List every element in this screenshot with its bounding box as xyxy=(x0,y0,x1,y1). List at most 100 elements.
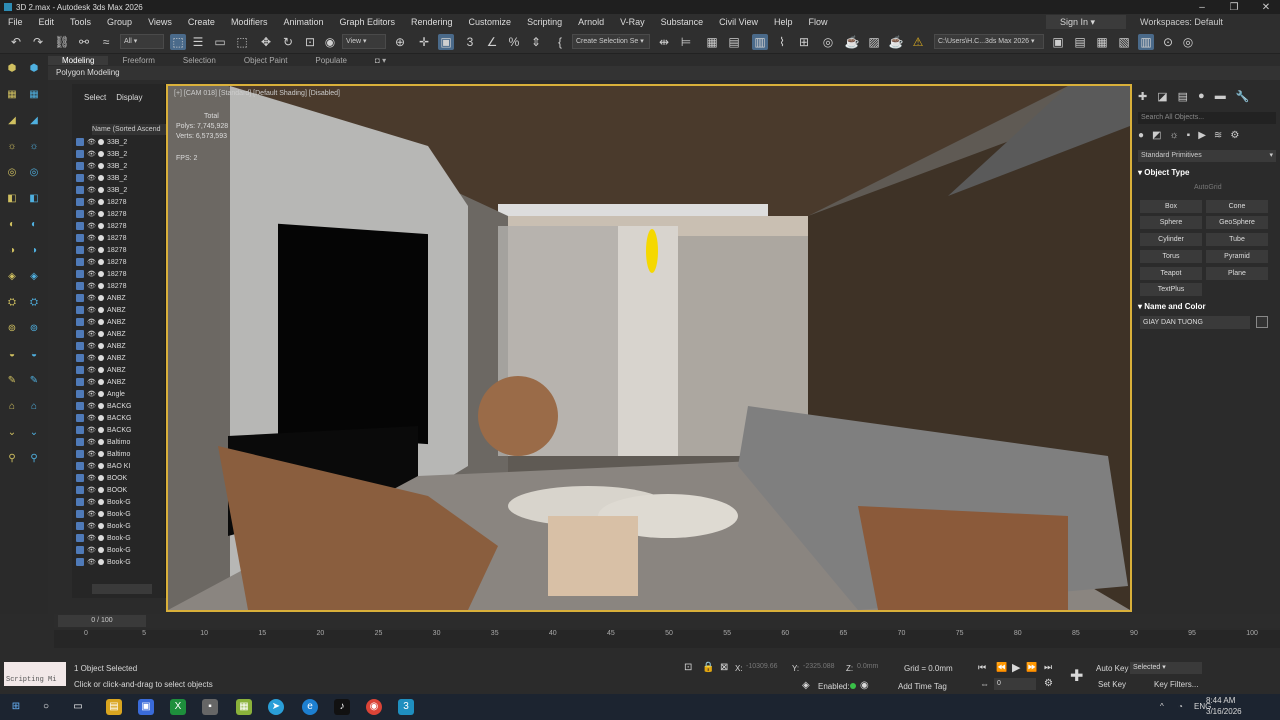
scene-list-item[interactable]: 👁 BOOK xyxy=(76,472,160,484)
visibility-eye-icon[interactable]: 👁 xyxy=(87,258,96,266)
ribbon-tab-freeform[interactable]: Freeform xyxy=(108,56,168,65)
curve-editor-icon[interactable]: ⌇ xyxy=(774,34,790,50)
visibility-eye-icon[interactable]: 👁 xyxy=(87,474,96,482)
scene-horizontal-scrollbar[interactable] xyxy=(92,584,152,594)
default-in-out-tangent-icon[interactable]: ✚ xyxy=(1070,666,1083,686)
teapot-icon[interactable]: ⬢ xyxy=(4,62,20,76)
visibility-eye-icon[interactable]: 👁 xyxy=(87,246,96,254)
scene-list-item[interactable]: 👁 33B_2 xyxy=(76,184,160,196)
close-button[interactable]: ✕ xyxy=(1252,2,1280,13)
render-toggle-icon[interactable] xyxy=(98,547,104,553)
smooth-alt-icon[interactable]: ◐ xyxy=(26,218,42,232)
rendered-frame-icon[interactable]: ▨ xyxy=(866,34,882,50)
visibility-eye-icon[interactable]: 👁 xyxy=(87,426,96,434)
visibility-eye-icon[interactable]: 👁 xyxy=(87,294,96,302)
render-toggle-icon[interactable] xyxy=(98,331,104,337)
render-toggle-icon[interactable] xyxy=(98,247,104,253)
file-explorer-icon[interactable]: ▤ xyxy=(106,699,122,715)
prev-frame-icon[interactable]: ⏪ xyxy=(996,662,1007,673)
primitive-category-dropdown[interactable]: Standard Primitives ▾ xyxy=(1138,150,1276,162)
3ds-max-taskbar-icon[interactable]: 3 xyxy=(398,699,414,715)
render-toggle-icon[interactable] xyxy=(98,487,104,493)
systems-icon[interactable]: ⚙ xyxy=(1230,130,1239,141)
absolute-mode-icon[interactable]: ⊠ xyxy=(720,662,728,673)
ribbon-tab-modeling[interactable]: Modeling xyxy=(48,55,109,65)
scene-list-item[interactable]: 👁 Book-G xyxy=(76,496,160,508)
angle-snap-icon[interactable]: ∠ xyxy=(484,34,500,50)
search-icon[interactable]: ○ xyxy=(38,699,54,715)
menu-flow[interactable]: Flow xyxy=(801,17,836,27)
ring-icon[interactable]: ◒ xyxy=(4,348,20,362)
task-view-icon[interactable]: ▭ xyxy=(70,699,86,715)
windows-start-icon[interactable]: ⊞ xyxy=(8,699,24,715)
scene-tab-select[interactable]: Select xyxy=(84,93,106,102)
store-icon[interactable]: ▣ xyxy=(138,699,154,715)
key-set-dropdown[interactable]: Selected ▾ xyxy=(1130,662,1202,674)
render-toggle-icon[interactable] xyxy=(98,427,104,433)
ribbon-tab-object-paint[interactable]: Object Paint xyxy=(230,56,302,65)
render-toggle-icon[interactable] xyxy=(98,451,104,457)
menu-graph-editors[interactable]: Graph Editors xyxy=(331,17,403,27)
visibility-eye-icon[interactable]: 👁 xyxy=(87,438,96,446)
scene-list-item[interactable]: 👁 BAO KI xyxy=(76,460,160,472)
scene-list-item[interactable]: 👁 ANBZ xyxy=(76,304,160,316)
grow-icon[interactable]: ⌂ xyxy=(4,400,20,414)
toggle-ribbon-icon[interactable]: ▥ xyxy=(752,34,768,50)
maxscript-listener[interactable]: Scripting Mi xyxy=(4,662,66,686)
enabled-indicator[interactable] xyxy=(850,683,856,689)
visibility-eye-icon[interactable]: 👁 xyxy=(87,174,96,182)
geometry-icon[interactable]: ● xyxy=(1138,130,1144,141)
render-toggle-icon[interactable] xyxy=(98,475,104,481)
viewport-label-menu[interactable]: [+] [CAM 018] [Standard] [Default Shadin… xyxy=(174,90,340,97)
pivot-center-icon[interactable]: ⊕ xyxy=(392,34,408,50)
material-editor-icon[interactable]: ◎ xyxy=(820,34,836,50)
scene-list-item[interactable]: 👁 ANBZ xyxy=(76,316,160,328)
render-toggle-icon[interactable] xyxy=(98,259,104,265)
snaps-toggle-icon[interactable]: 3 xyxy=(462,34,478,50)
window-crossing-icon[interactable]: ⬚ xyxy=(234,34,250,50)
render-toggle-icon[interactable] xyxy=(98,355,104,361)
visibility-eye-icon[interactable]: 👁 xyxy=(87,462,96,470)
menu-vray[interactable]: V-Ray xyxy=(612,17,653,27)
select-object-icon[interactable]: ⬚ xyxy=(170,34,186,50)
app-icon-gray[interactable]: ▪ xyxy=(202,699,218,715)
scene-list-item[interactable]: 👁 ANBZ xyxy=(76,292,160,304)
edge-icon[interactable]: e xyxy=(302,699,318,715)
visibility-eye-icon[interactable]: 👁 xyxy=(87,390,96,398)
render-toggle-icon[interactable] xyxy=(98,511,104,517)
lights-icon[interactable]: ☼ xyxy=(1170,130,1179,141)
menu-modifiers[interactable]: Modifiers xyxy=(223,17,276,27)
export-icon[interactable]: ▧ xyxy=(1116,34,1132,50)
subdiv-icon[interactable]: ◑ xyxy=(4,244,20,258)
ribbon-tab-populate[interactable]: Populate xyxy=(301,56,361,65)
save-icon[interactable]: ▦ xyxy=(1094,34,1110,50)
add-time-tag[interactable]: Add Time Tag xyxy=(898,682,947,691)
viewport-camera[interactable]: [+] [CAM 018] [Standard] [Default Shadin… xyxy=(166,84,1132,612)
loop-icon[interactable]: ⊚ xyxy=(4,322,20,336)
name-and-color-rollout[interactable]: ▾ Name and Color xyxy=(1138,302,1276,311)
subdiv-alt-icon[interactable]: ◑ xyxy=(26,244,42,258)
render-icon[interactable]: ☕ xyxy=(888,34,904,50)
menu-rendering[interactable]: Rendering xyxy=(403,17,461,27)
render-toggle-icon[interactable] xyxy=(98,175,104,181)
scene-list-item[interactable]: 👁 Book-G xyxy=(76,556,160,568)
render-toggle-icon[interactable] xyxy=(98,307,104,313)
open-icon[interactable]: ▤ xyxy=(1072,34,1088,50)
visibility-eye-icon[interactable]: 👁 xyxy=(87,162,96,170)
spacewarps-icon[interactable]: ≋ xyxy=(1214,130,1222,141)
clone-alt-icon[interactable]: ◎ xyxy=(26,166,42,180)
modify-tab-icon[interactable]: ◪ xyxy=(1157,90,1167,103)
graphite-alt-icon[interactable]: ◧ xyxy=(26,192,42,206)
scene-list-item[interactable]: 👁 33B_2 xyxy=(76,172,160,184)
render-toggle-icon[interactable] xyxy=(98,463,104,469)
visibility-eye-icon[interactable]: 👁 xyxy=(87,498,96,506)
app-icon-green[interactable]: ▦ xyxy=(236,699,252,715)
visibility-eye-icon[interactable]: 👁 xyxy=(87,138,96,146)
toggle-scene-explorer-icon[interactable]: ▦ xyxy=(704,34,720,50)
visibility-eye-icon[interactable]: 👁 xyxy=(87,414,96,422)
render-toggle-icon[interactable] xyxy=(98,343,104,349)
ribbon-tab-selection[interactable]: Selection xyxy=(169,56,230,65)
scene-list-item[interactable]: 👁 Baltimo xyxy=(76,448,160,460)
menu-civil-view[interactable]: Civil View xyxy=(711,17,766,27)
scene-list-item[interactable]: 👁 33B_2 xyxy=(76,136,160,148)
